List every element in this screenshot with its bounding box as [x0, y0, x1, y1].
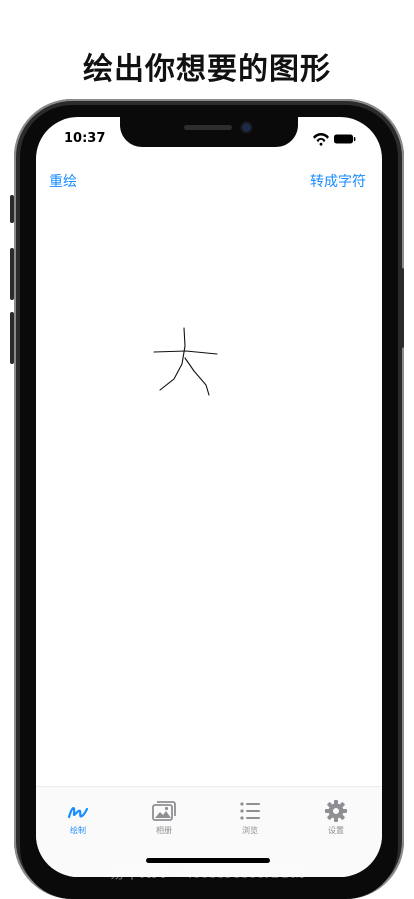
app-screen: 10:37 重绘 转成字符 绘制 相册 浏览 设置	[36, 117, 382, 877]
phone-power-button	[400, 268, 404, 348]
tab-draw[interactable]: 绘制	[48, 799, 108, 836]
phone-volume-up-button	[10, 248, 14, 300]
tab-settings[interactable]: 设置	[306, 799, 366, 836]
drawing-canvas[interactable]	[36, 117, 382, 777]
list-icon	[220, 799, 280, 823]
phone-side-button	[10, 195, 14, 223]
draw-icon	[48, 799, 108, 823]
tab-label: 相册	[156, 826, 172, 835]
tab-label: 绘制	[70, 826, 86, 835]
watermark: 易下APP・4008891800.COM	[109, 866, 305, 882]
handwritten-stroke	[153, 327, 218, 396]
tab-album[interactable]: 相册	[134, 799, 194, 836]
tab-label: 浏览	[242, 826, 258, 835]
tab-browse[interactable]: 浏览	[220, 799, 280, 836]
tab-label: 设置	[328, 826, 344, 835]
gear-icon	[306, 799, 366, 823]
phone-volume-down-button	[10, 312, 14, 364]
promo-headline: 绘出你想要的图形	[83, 52, 331, 87]
photo-album-icon	[134, 799, 194, 823]
